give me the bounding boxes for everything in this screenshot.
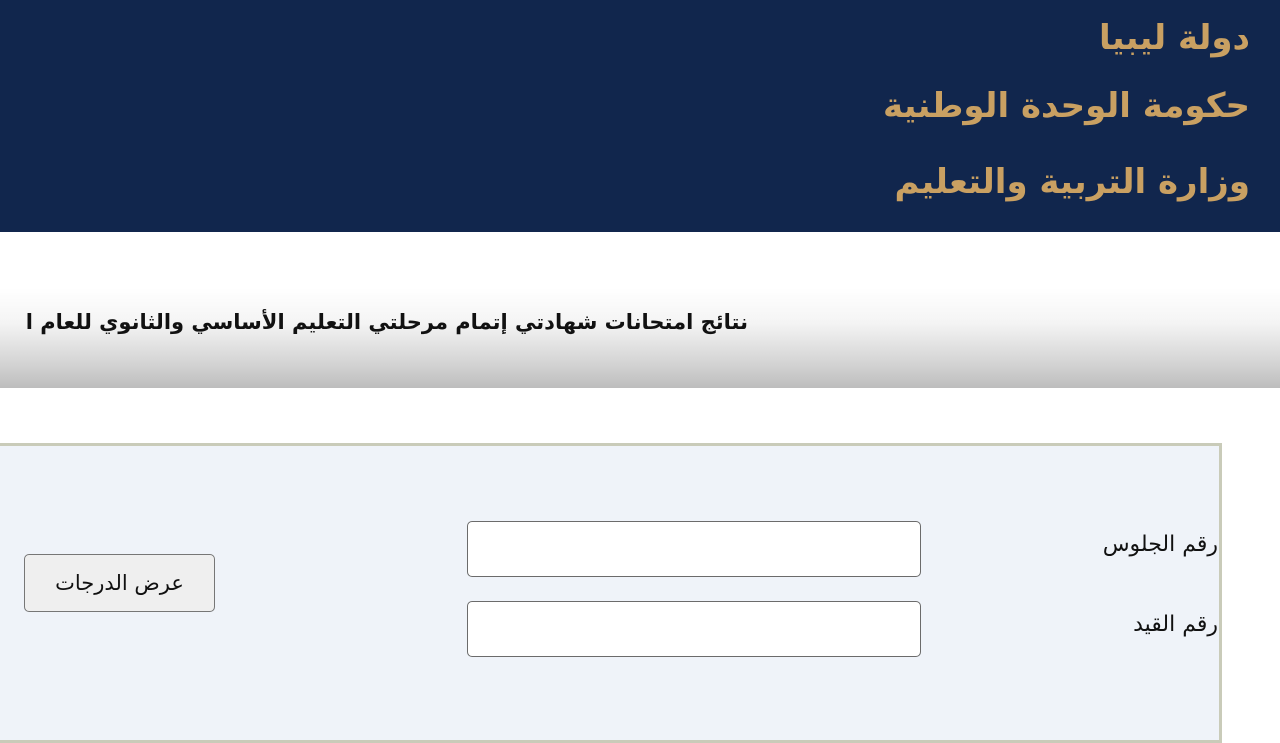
seat-number-label: رقم الجلوس [1102, 532, 1218, 557]
header-country: دولة ليبيا [1099, 18, 1250, 58]
registration-number-input[interactable] [467, 601, 921, 657]
header-government: حكومة الوحدة الوطنية [882, 86, 1250, 126]
seat-number-input[interactable] [467, 521, 921, 577]
site-header: دولة ليبيا حكومة الوحدة الوطنية وزارة ال… [0, 0, 1280, 232]
registration-number-label: رقم القيد [1133, 612, 1218, 637]
page-title: نتائج امتحانات شهادتي إتمام مرحلتي التعل… [25, 310, 748, 334]
page-title-bar: نتائج امتحانات شهادتي إتمام مرحلتي التعل… [0, 288, 1280, 388]
header-ministry: وزارة التربية والتعليم [894, 162, 1250, 202]
show-grades-button[interactable]: عرض الدرجات [24, 554, 215, 612]
